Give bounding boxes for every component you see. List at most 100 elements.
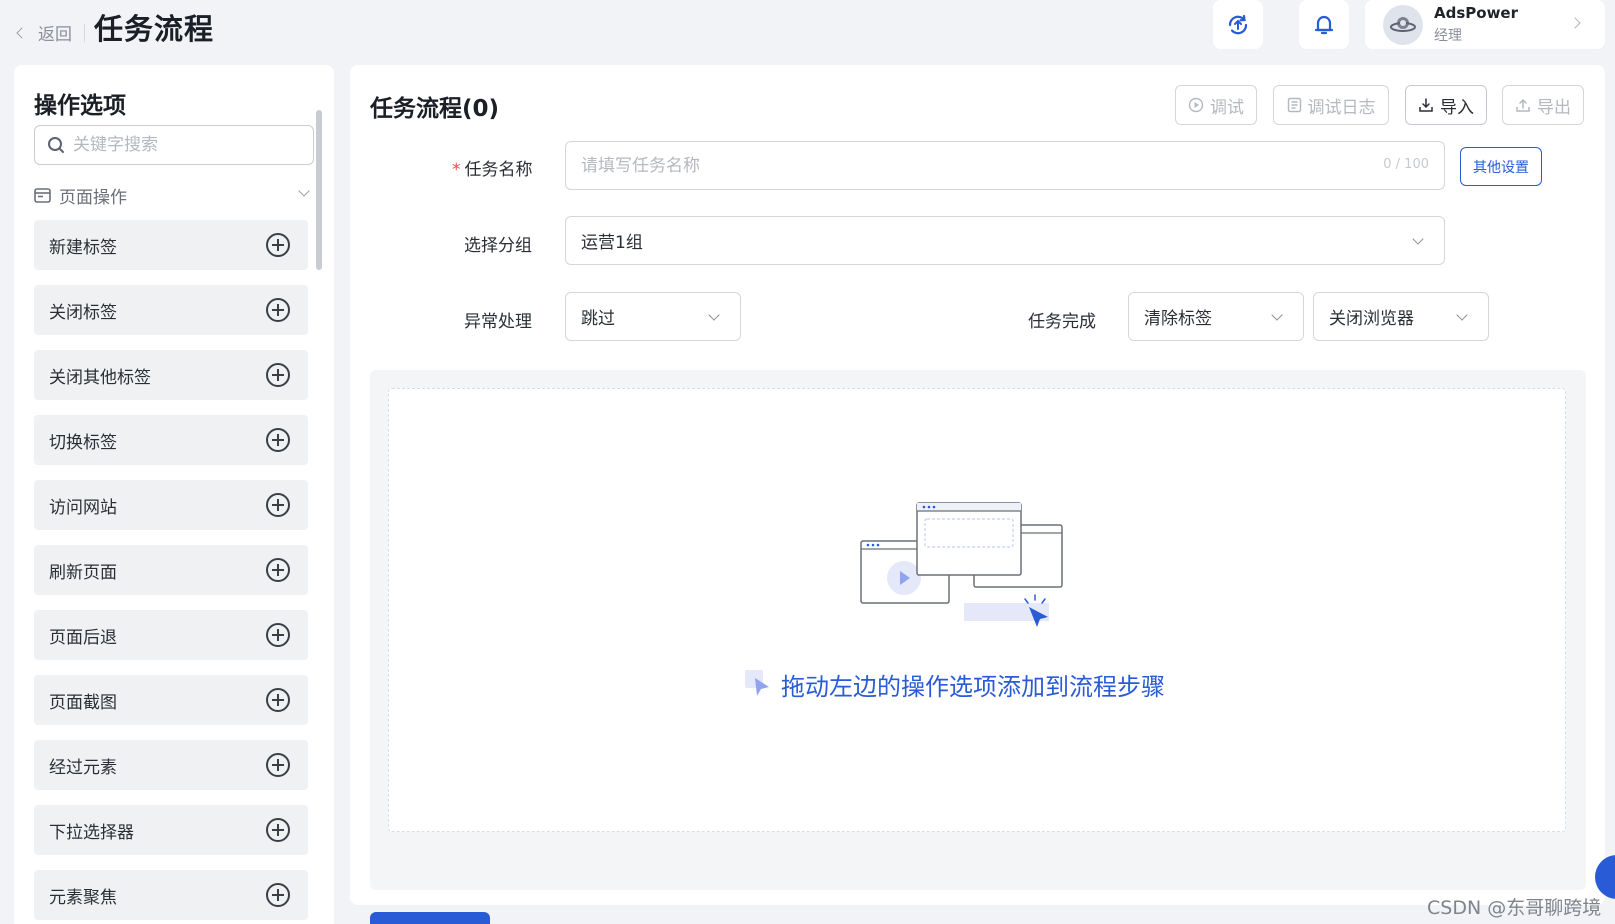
operations-sidebar: 操作选项 页面操作 新建标签 关闭标签 关闭其他标签 切换标签 访问网站 刷新页… — [14, 65, 334, 924]
operation-label: 关闭标签 — [49, 302, 117, 323]
group-label: 页面操作 — [59, 187, 127, 208]
sidebar-title: 操作选项 — [34, 93, 126, 119]
add-circle-icon[interactable] — [266, 818, 290, 842]
char-counter: 0 / 100 — [1383, 157, 1429, 172]
operation-item[interactable]: 关闭其他标签 — [34, 350, 308, 400]
group-select-label: 选择分组 — [464, 236, 532, 256]
bell-icon — [1310, 11, 1338, 39]
add-circle-icon[interactable] — [266, 753, 290, 777]
operation-item[interactable]: 关闭标签 — [34, 285, 308, 335]
add-circle-icon[interactable] — [266, 428, 290, 452]
search-icon — [47, 136, 65, 154]
operation-item[interactable]: 访问网站 — [34, 480, 308, 530]
browser-window-icon — [34, 187, 51, 203]
log-icon — [1287, 97, 1302, 113]
other-settings-button[interactable]: 其他设置 — [1460, 147, 1542, 186]
upload-icon — [1515, 97, 1531, 113]
operation-label: 关闭其他标签 — [49, 367, 151, 388]
flow-canvas: 拖动左边的操作选项添加到流程步骤 — [370, 370, 1586, 890]
operation-item[interactable]: 新建标签 — [34, 220, 308, 270]
user-name: AdsPower — [1434, 4, 1519, 22]
notification-button[interactable] — [1299, 0, 1349, 49]
empty-state-text: 拖动左边的操作选项添加到流程步骤 — [781, 673, 1165, 701]
required-mark: * — [452, 160, 461, 180]
task-complete-label: 任务完成 — [1028, 312, 1096, 332]
add-circle-icon[interactable] — [266, 493, 290, 517]
group-select[interactable]: 运营1组 — [565, 216, 1445, 265]
operation-label: 页面截图 — [49, 692, 117, 713]
add-circle-icon[interactable] — [266, 233, 290, 257]
complete-close-browser-select[interactable]: 关闭浏览器 — [1313, 292, 1489, 341]
chevron-left-icon — [16, 26, 28, 39]
back-label: 返回 — [38, 25, 72, 45]
complete-clear-tabs-select[interactable]: 清除标签 — [1128, 292, 1304, 341]
import-button[interactable]: 导入 — [1405, 85, 1487, 125]
user-role: 经理 — [1434, 28, 1462, 44]
task-name-field[interactable]: 0 / 100 — [565, 141, 1445, 190]
operation-label: 访问网站 — [49, 497, 117, 518]
add-circle-icon[interactable] — [266, 363, 290, 387]
exception-label: 异常处理 — [464, 312, 532, 332]
task-name-label-text: 任务名称 — [464, 160, 533, 180]
primary-action-button[interactable] — [370, 912, 490, 924]
operation-item[interactable]: 页面后退 — [34, 610, 308, 660]
exception-select-value: 跳过 — [581, 309, 615, 329]
sidebar-search[interactable] — [34, 125, 314, 165]
operation-item[interactable]: 元素聚焦 — [34, 870, 308, 920]
flow-drop-zone[interactable]: 拖动左边的操作选项添加到流程步骤 — [388, 388, 1566, 832]
complete-select-value-1: 清除标签 — [1144, 309, 1212, 329]
operation-label: 下拉选择器 — [49, 822, 134, 843]
add-circle-icon[interactable] — [266, 688, 290, 712]
operation-item[interactable]: 刷新页面 — [34, 545, 308, 595]
download-icon — [1418, 97, 1434, 113]
exception-select[interactable]: 跳过 — [565, 292, 741, 341]
operation-item[interactable]: 下拉选择器 — [34, 805, 308, 855]
chevron-down-icon — [1456, 309, 1468, 321]
group-page-operations[interactable]: 页面操作 — [34, 183, 316, 208]
chevron-down-icon — [708, 309, 720, 321]
import-label: 导入 — [1440, 97, 1474, 118]
play-circle-icon — [1188, 97, 1204, 113]
search-input[interactable] — [73, 135, 293, 155]
operation-label: 切换标签 — [49, 432, 117, 453]
empty-state-illustration — [859, 499, 1069, 643]
panel-title: 任务流程(0) — [370, 96, 500, 122]
task-name-label: * 任务名称 — [452, 155, 533, 180]
user-menu[interactable]: AdsPower 经理 — [1365, 0, 1605, 49]
task-name-input[interactable] — [581, 155, 1381, 176]
operation-list: 新建标签 关闭标签 关闭其他标签 切换标签 访问网站 刷新页面 页面后退 页面截… — [34, 220, 308, 924]
group-select-value: 运营1组 — [581, 233, 643, 253]
drag-cursor-icon — [745, 669, 771, 700]
export-label: 导出 — [1537, 97, 1571, 118]
task-flow-panel: 任务流程(0) 调试 调试日志 导入 导出 *任务名称 0 / 100 其他设置… — [350, 65, 1605, 905]
chevron-right-icon — [1569, 17, 1581, 29]
debug-button[interactable]: 调试 — [1175, 85, 1257, 125]
debug-log-button[interactable]: 调试日志 — [1273, 85, 1389, 125]
sidebar-scrollbar[interactable] — [316, 110, 322, 270]
add-circle-icon[interactable] — [266, 558, 290, 582]
chevron-down-icon — [1271, 309, 1283, 321]
page-title: 任务流程 — [94, 12, 215, 46]
empty-state-hint: 拖动左边的操作选项添加到流程步骤 — [745, 667, 1225, 702]
chevron-down-icon — [1412, 233, 1424, 245]
back-link[interactable]: 返回 — [16, 20, 85, 45]
operation-label: 刷新页面 — [49, 562, 117, 583]
divider — [84, 23, 85, 42]
operation-label: 页面后退 — [49, 627, 117, 648]
debug-log-label: 调试日志 — [1307, 97, 1376, 118]
add-circle-icon[interactable] — [266, 298, 290, 322]
operation-label: 经过元素 — [49, 757, 117, 778]
operation-item[interactable]: 经过元素 — [34, 740, 308, 790]
operation-item[interactable]: 切换标签 — [34, 415, 308, 465]
avatar — [1383, 4, 1423, 45]
operation-item[interactable]: 页面截图 — [34, 675, 308, 725]
sync-icon — [1224, 11, 1252, 39]
watermark: CSDN @东哥聊跨境 — [1427, 897, 1602, 919]
add-circle-icon[interactable] — [266, 883, 290, 907]
debug-label: 调试 — [1210, 97, 1244, 118]
export-button[interactable]: 导出 — [1502, 85, 1584, 125]
operation-label: 元素聚焦 — [49, 887, 117, 908]
sync-button[interactable] — [1213, 0, 1263, 49]
complete-select-value-2: 关闭浏览器 — [1329, 309, 1414, 329]
add-circle-icon[interactable] — [266, 623, 290, 647]
